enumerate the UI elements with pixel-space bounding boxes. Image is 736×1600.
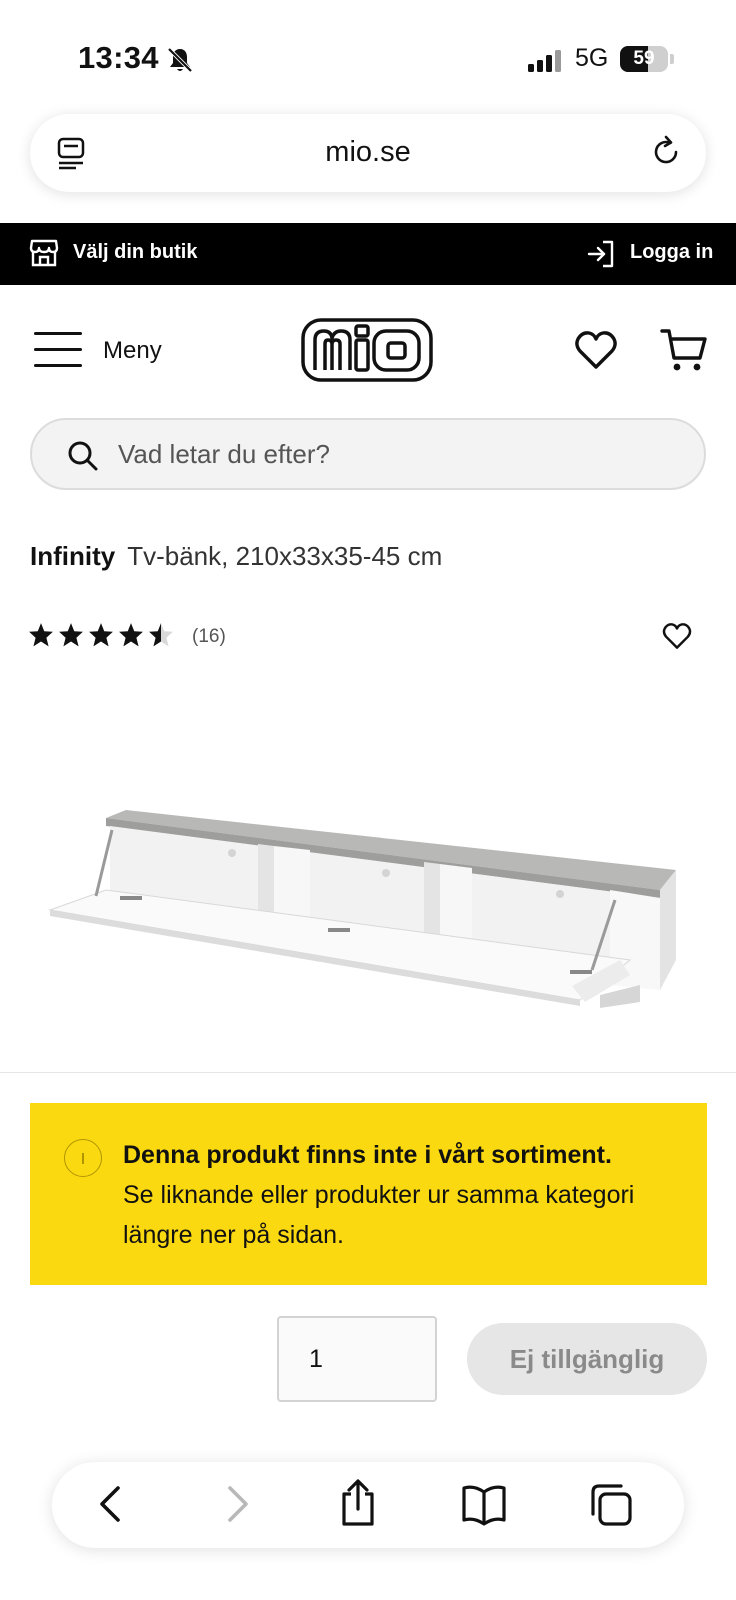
- forward-icon[interactable]: [224, 1482, 252, 1526]
- login-link[interactable]: Logga in: [630, 241, 713, 264]
- bell-slash-icon: [167, 47, 193, 73]
- notice-title: Denna produkt finns inte i vårt sortimen…: [123, 1141, 612, 1169]
- network-type: 5G: [575, 44, 609, 72]
- menu-button[interactable]: Meny: [103, 337, 162, 365]
- product-brand: Infinity: [30, 541, 116, 571]
- bookmarks-icon[interactable]: [460, 1482, 508, 1526]
- share-icon[interactable]: [338, 1478, 378, 1528]
- star-icon: [59, 623, 83, 647]
- notice-text: Denna produkt finns inte i vårt sortimen…: [123, 1135, 683, 1255]
- star-icon: [149, 623, 173, 647]
- battery-percent: 59: [633, 48, 655, 69]
- reload-icon[interactable]: [648, 134, 684, 170]
- sheet-divider: [0, 1072, 736, 1073]
- search-bar[interactable]: [30, 418, 706, 490]
- unavailable-notice: Denna produkt finns inte i vårt sortimen…: [30, 1103, 707, 1285]
- tabs-icon[interactable]: [588, 1482, 634, 1528]
- login-icon[interactable]: [586, 239, 616, 269]
- search-input[interactable]: [118, 430, 678, 478]
- quantity-input[interactable]: [277, 1316, 437, 1402]
- battery-tip: [670, 54, 674, 64]
- star-icon: [119, 623, 143, 647]
- top-strip: Välj din butik Logga in: [0, 223, 736, 285]
- review-count[interactable]: (16): [192, 626, 226, 648]
- product-title: Infinity Tv-bänk, 210x33x35-45 cm: [30, 541, 442, 572]
- star-icon: [89, 623, 113, 647]
- signal-icon: [528, 50, 564, 72]
- battery-icon: 59: [620, 46, 668, 72]
- store-selector-link[interactable]: Välj din butik: [73, 241, 197, 264]
- status-time: 13:34: [78, 40, 159, 75]
- wishlist-heart-icon[interactable]: [574, 330, 618, 370]
- back-icon[interactable]: [96, 1482, 124, 1526]
- info-icon: [64, 1139, 102, 1177]
- star-icon: [29, 623, 53, 647]
- url-text[interactable]: mio.se: [30, 136, 706, 169]
- product-image[interactable]: [40, 790, 680, 1050]
- status-bar: 13:34 5G 59: [0, 0, 736, 100]
- notice-body: Se liknande eller produkter ur samma kat…: [123, 1181, 635, 1249]
- address-bar[interactable]: mio.se: [30, 114, 706, 192]
- cart-icon[interactable]: [660, 326, 708, 374]
- menu-icon[interactable]: [34, 332, 82, 368]
- store-icon[interactable]: [28, 237, 60, 269]
- add-to-cart-button[interactable]: Ej tillgänglig: [467, 1323, 707, 1395]
- product-description: Tv-bänk, 210x33x35-45 cm: [127, 541, 443, 571]
- browser-toolbar: [52, 1462, 684, 1548]
- search-icon: [68, 441, 98, 471]
- product-wishlist-heart-icon[interactable]: [662, 622, 692, 650]
- mio-logo[interactable]: [301, 318, 433, 382]
